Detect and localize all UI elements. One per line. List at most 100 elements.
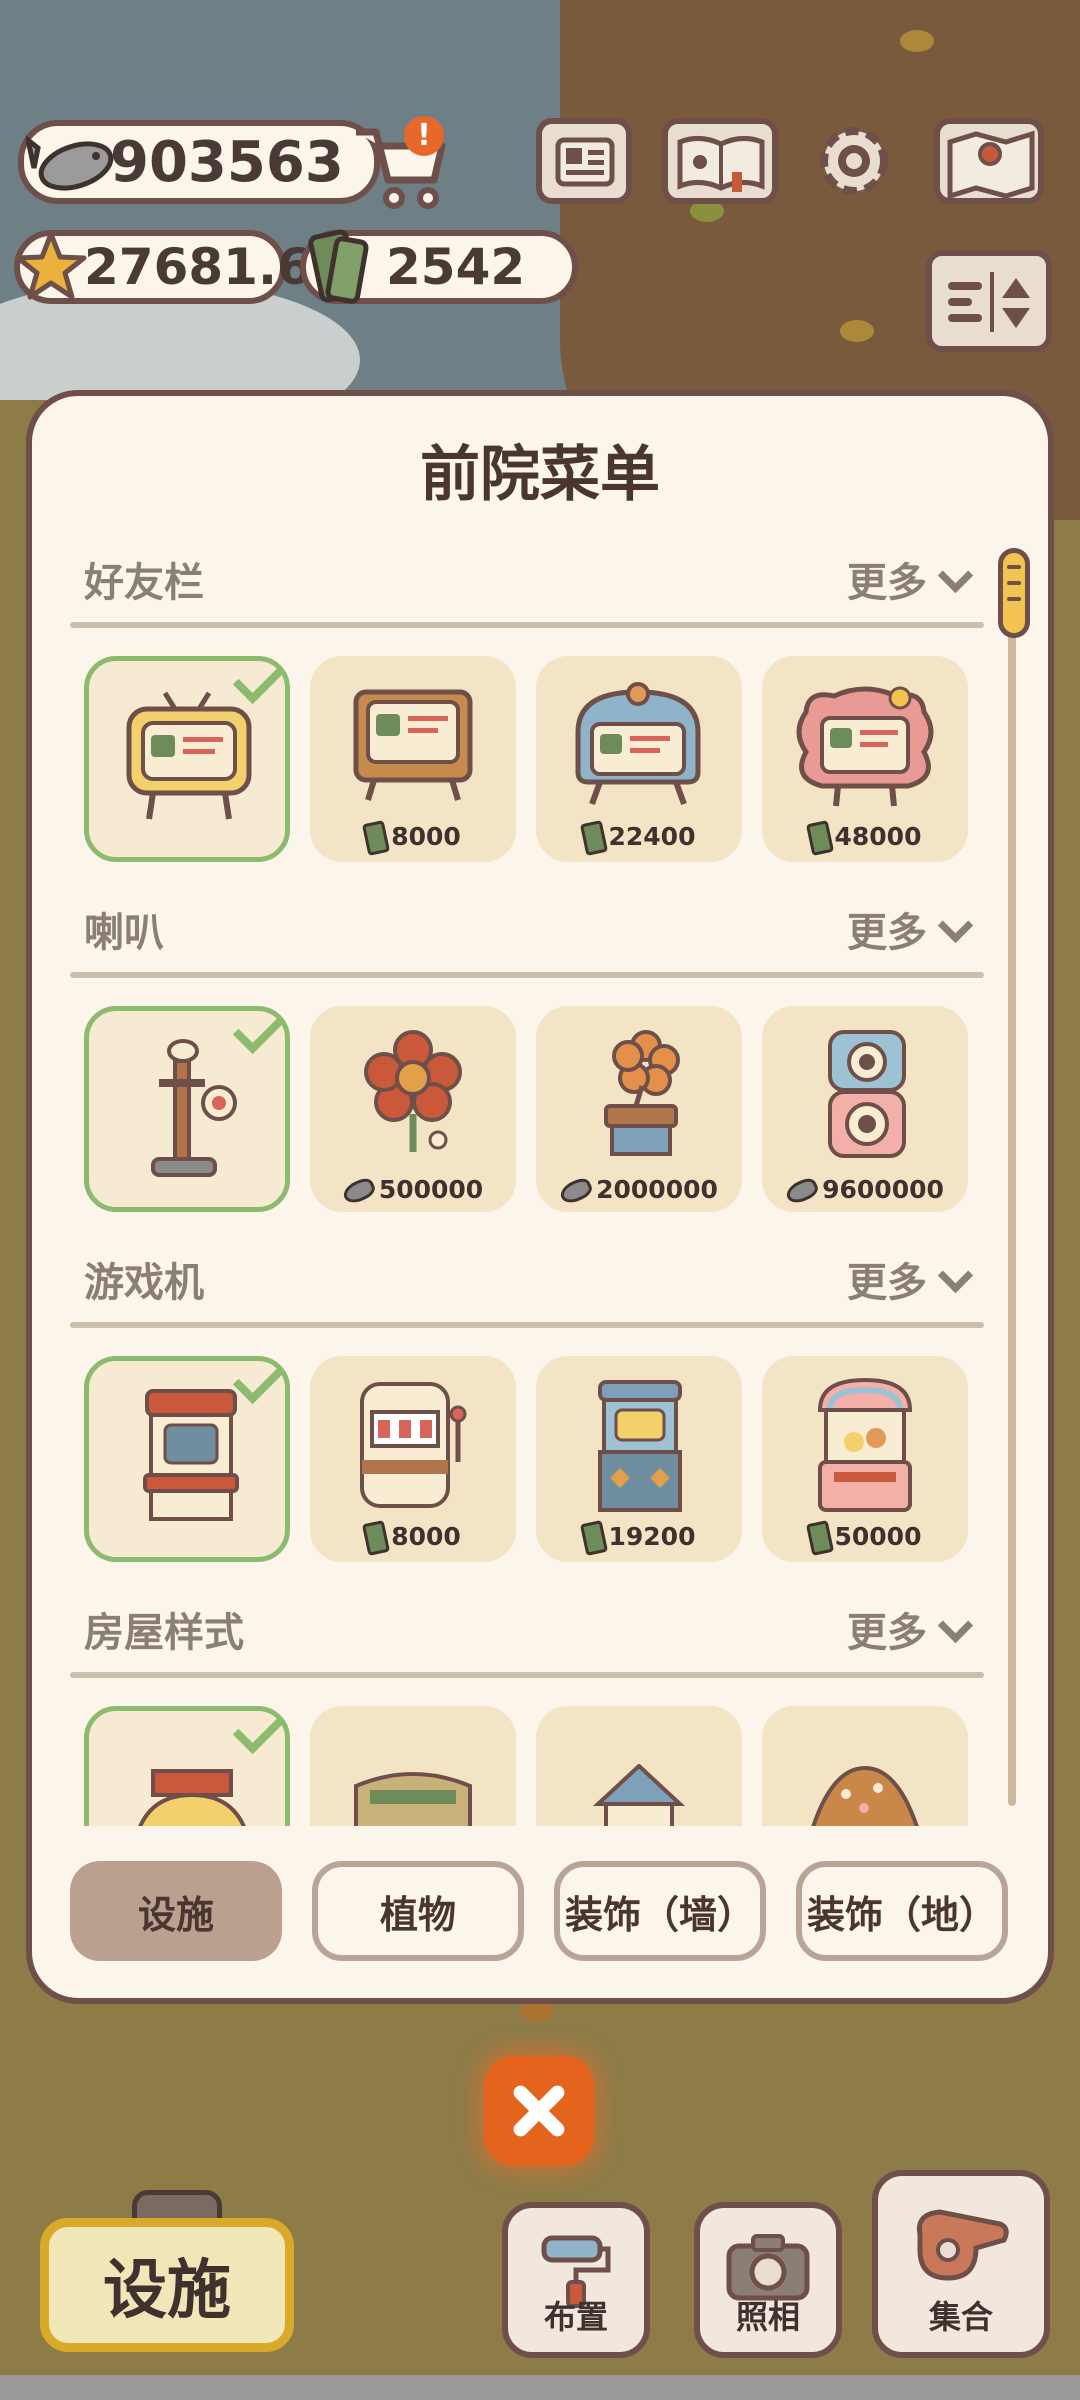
tab-facilities[interactable]: 设施 [70,1861,282,1961]
catalog-book-button[interactable] [662,118,778,204]
panel-title: 前院菜单 [420,440,660,510]
price-value: 48000 [834,822,922,851]
item-house-style-1[interactable] [84,1701,290,1826]
item-retro-tv[interactable]: 8000 [310,656,516,862]
flower-speaker-icon [364,1030,462,1152]
fish-icon [340,1175,378,1207]
ticket-icon [362,1520,391,1556]
house-style-1-icon [138,1769,246,1826]
item-price: 8000 [310,820,516,856]
blue-tv-icon [575,682,701,806]
item-price: 9600000 [762,1175,968,1207]
fish-count: 903563 [110,130,344,195]
fish-icon [783,1175,821,1207]
gather-label: 集合 [928,2298,993,2336]
price-value: 500000 [378,1175,484,1204]
retro-tv-icon [353,689,473,801]
map-button[interactable] [934,118,1044,204]
newspaper-icon [555,137,615,187]
house-style-2-icon [354,1772,472,1826]
photo-label: 照相 [735,2298,800,2336]
more-button-game-machine[interactable]: 更多 [847,1250,974,1308]
gramophone-icon [604,1030,680,1156]
claw-machine-icon [817,1377,913,1512]
item-gramophone[interactable]: 2000000 [536,1006,742,1212]
arrange-label: 布置 [543,2298,608,2336]
item-price: 19200 [536,1520,742,1556]
tab-decor-floor[interactable]: 装饰（地） [796,1861,1008,1961]
facilities-mode-button[interactable]: 设施 [40,2218,294,2352]
ticket-currency-pill: 2542 [300,229,578,304]
gear-icon [820,127,888,195]
item-house-style-4[interactable] [762,1706,968,1826]
more-button-speaker[interactable]: 更多 [847,900,974,958]
item-price: 8000 [310,1520,516,1556]
item-house-style-2[interactable] [310,1706,516,1826]
shop-cart-button[interactable]: ! [350,116,450,212]
divider [70,972,984,978]
price-value: 22400 [608,822,696,851]
photo-button[interactable]: 照相 [694,2202,842,2358]
more-label: 更多 [847,910,927,956]
fish-icon [557,1175,595,1207]
house-style-4-icon [811,1765,919,1826]
house-style-3-icon [592,1764,686,1826]
ticket-icon [805,820,834,856]
item-slot-machine[interactable]: 8000 [310,1356,516,1562]
item-price: 50000 [762,1520,968,1556]
settings-button[interactable] [806,118,902,204]
chevron-down-icon [937,1607,974,1644]
arrange-button[interactable]: 布置 [502,2202,650,2358]
divider [70,622,984,628]
item-flower-tv[interactable]: 48000 [762,656,968,862]
more-button-house-style[interactable]: 更多 [847,1600,974,1658]
cat-arcade-icon [598,1380,682,1512]
item-claw-machine[interactable]: 50000 [762,1356,968,1562]
price-value: 2000000 [596,1175,718,1204]
tab-plants[interactable]: 植物 [312,1861,524,1961]
item-cat-arcade[interactable]: 19200 [536,1356,742,1562]
divider [70,1322,984,1328]
falling-leaf [900,30,934,52]
section-title-speaker: 喇叭 [84,910,164,956]
more-label: 更多 [847,560,927,606]
fish-currency-pill: 903563 [18,120,380,204]
item-house-style-3[interactable] [536,1706,742,1826]
newspaper-button[interactable] [536,118,632,204]
ticket-icon [805,1520,834,1556]
section-title-friend-bar: 好友栏 [84,560,204,606]
item-tv-stand-yellow[interactable] [84,651,290,862]
notification-badge: ! [404,116,444,156]
gather-button[interactable]: 集合 [872,2170,1050,2358]
speaker-stack-icon [828,1030,906,1158]
book-icon [677,136,765,192]
item-price: 500000 [310,1175,516,1207]
more-button-friend-bar[interactable]: 更多 [847,550,974,608]
item-price: 22400 [536,820,742,856]
tab-decor-wall[interactable]: 装饰（墙） [554,1861,766,1961]
scrollbar-thumb[interactable] [998,548,1030,638]
item-flower-speaker[interactable]: 500000 [310,1006,516,1212]
ticket-icon [579,820,608,856]
scrollbar-track[interactable] [1008,556,1016,1806]
owned-check-icon [232,1701,286,1755]
item-blue-tv[interactable]: 22400 [536,656,742,862]
star-currency-pill: 27681.6 [14,230,312,304]
item-arcade-machine[interactable] [84,1351,290,1562]
menu-scroll-area[interactable]: 好友栏 更多 8000 22400 48000 喇叭 更多 500000 200… [32,526,1048,1826]
star-icon [15,231,87,300]
system-bar [0,2375,1080,2400]
section-title-house-style: 房屋样式 [84,1610,244,1656]
falling-leaf [840,320,874,342]
item-bird-post-speaker[interactable] [84,1001,290,1212]
whistle-icon [916,2209,1009,2281]
item-speaker-stack[interactable]: 9600000 [762,1006,968,1212]
sort-icon [948,272,1030,332]
close-button[interactable] [484,2056,594,2166]
sort-toggle-button[interactable] [926,250,1052,352]
tv-stand-yellow-icon [126,691,252,820]
ticket-icon [579,1520,608,1556]
front-yard-menu-panel: 前院菜单 好友栏 更多 8000 22400 48000 喇叭 更多 50000… [26,390,1054,2004]
bird-post-speaker-icon [151,1039,237,1177]
price-value: 19200 [608,1522,696,1551]
